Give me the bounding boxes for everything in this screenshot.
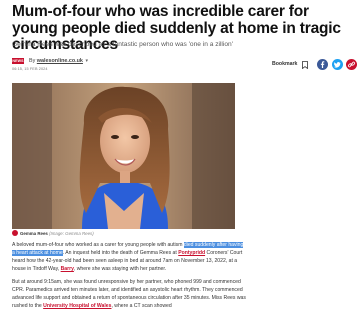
photo-image xyxy=(12,83,235,229)
section-badge[interactable]: NEWS xyxy=(12,58,24,64)
caption-name: Gemma Rees xyxy=(20,231,48,236)
chevron-down-icon[interactable]: ▾ xyxy=(85,58,88,64)
article-photo[interactable] xyxy=(12,83,235,229)
byline: By walesonline.co.uk ▾ xyxy=(29,57,88,65)
article-page: Mum-of-four who was incredible carer for… xyxy=(0,0,360,316)
facebook-icon xyxy=(320,61,325,68)
paragraph-1: A beloved mum-of-four who worked as a ca… xyxy=(12,241,247,273)
paragraph-1-text-d: , where she was staying with her partner… xyxy=(73,266,167,272)
link-pontypridd[interactable]: Pontypridd xyxy=(178,250,205,256)
article-body: A beloved mum-of-four who worked as a ca… xyxy=(12,241,247,315)
facebook-share-button[interactable] xyxy=(317,59,328,70)
paragraph-1-text-a: A beloved mum-of-four who worked as a ca… xyxy=(12,242,184,248)
paragraph-2: But at around 9:15am, she was found unre… xyxy=(12,278,247,310)
twitter-icon xyxy=(333,62,341,68)
twitter-share-button[interactable] xyxy=(332,59,343,70)
byline-author-link[interactable]: walesonline.co.uk xyxy=(37,58,83,64)
copy-link-button[interactable] xyxy=(346,59,357,70)
link-barry[interactable]: Barry xyxy=(61,266,74,272)
article-dateline: 06:15, 15 FEB 2024 xyxy=(12,67,48,71)
photo-caption: Gemma Rees (Image: Gemma Rees) xyxy=(12,229,235,239)
byline-row: NEWS By walesonline.co.uk ▾ 06:15, 15 FE… xyxy=(12,57,357,77)
link-icon xyxy=(347,61,356,68)
caption-credit: (Image: Gemma Rees) xyxy=(49,231,94,236)
byline-prefix: By xyxy=(29,58,37,64)
article-standfirst: Gemma Rees was described as a fantastic … xyxy=(12,41,233,48)
bookmark-icon[interactable] xyxy=(302,61,308,69)
link-university-hospital-of-wales[interactable]: University Hospital of Wales xyxy=(43,303,111,309)
paragraph-1-text-b: . An inquest held into the death of Gemm… xyxy=(62,250,179,256)
paragraph-2-text-b: , where a CT scan showed xyxy=(111,303,172,309)
bookmark-button[interactable]: Bookmark xyxy=(272,60,297,68)
camera-icon xyxy=(12,229,18,236)
